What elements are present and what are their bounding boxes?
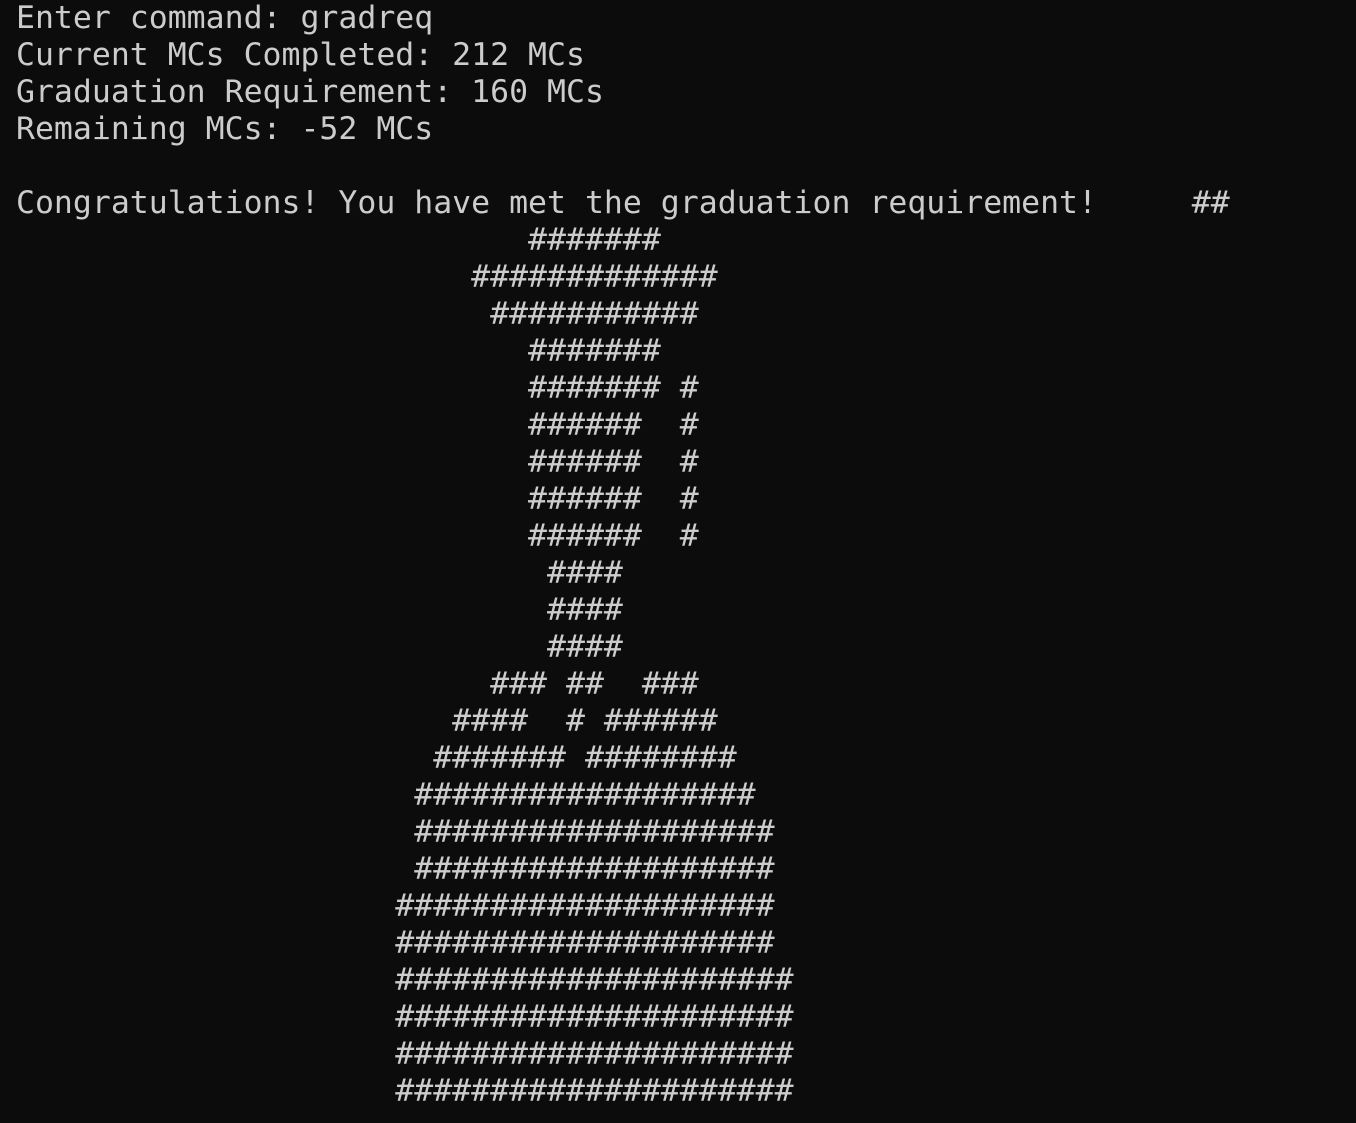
ascii-art-line: ###### # [16,518,699,554]
ascii-art-line: ###### # [16,444,699,480]
ascii-art-line: ###### # [16,481,699,517]
ascii-art-line: #### [16,555,623,591]
ascii-art-line: ################### [16,814,775,850]
ascii-art-line: ########### [16,296,699,332]
ascii-art-line: ##################### [16,1073,794,1109]
ascii-art-line: ##################### [16,999,794,1035]
ascii-art-line: ############# [16,259,718,295]
congratulations-line: Congratulations! You have met the gradua… [16,185,1230,221]
ascii-art-line: ##################### [16,1036,794,1072]
ascii-art-line: ####### [16,333,661,369]
ascii-art-line: ####### [16,222,661,258]
remaining-mcs-line: Remaining MCs: -52 MCs [16,111,434,147]
ascii-art-line: #################### [16,925,775,961]
graduation-requirement-line: Graduation Requirement: 160 MCs [16,74,604,110]
command-prompt-line: Enter command: gradreq [16,0,434,36]
ascii-art-line: #### # ###### [16,703,718,739]
ascii-art-line: #### [16,592,623,628]
ascii-art-line: ####### # [16,370,699,406]
terminal-output: Enter command: gradreq Current MCs Compl… [16,0,1346,1110]
ascii-art-line: #################### [16,888,775,924]
current-mcs-line: Current MCs Completed: 212 MCs [16,37,585,73]
ascii-art-line: ################### [16,851,775,887]
ascii-art-line: ####### ######## [16,740,737,776]
ascii-art-line: ### ## ### [16,666,699,702]
ascii-art-line: ################## [16,777,756,813]
ascii-art-line: ###### # [16,407,699,443]
ascii-art-line: ##################### [16,962,794,998]
ascii-art-line: #### [16,629,623,665]
